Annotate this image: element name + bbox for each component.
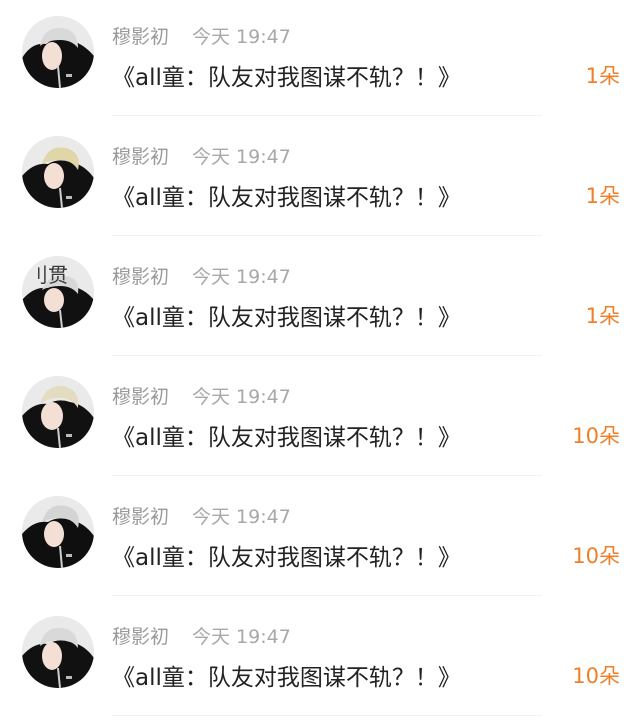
divider xyxy=(112,595,542,596)
gift-count: 1朵 xyxy=(585,304,620,328)
timestamp: 今天 19:47 xyxy=(192,626,291,648)
feed-item[interactable]: 刂贯 穆影初 今天 19:47 《all童：队友对我图谋不轨？！》 1朵 xyxy=(0,240,640,360)
divider xyxy=(112,115,542,116)
timestamp: 今天 19:47 xyxy=(192,266,291,288)
gift-count: 1朵 xyxy=(585,64,620,88)
gift-title[interactable]: 《all童：队友对我图谋不轨？！》 xyxy=(112,178,461,212)
username[interactable]: 穆影初 xyxy=(112,142,169,169)
gift-title[interactable]: 《all童：队友对我图谋不轨？！》 xyxy=(112,538,461,572)
feed-item[interactable]: 穆影初 今天 19:47 《all童：队友对我图谋不轨？！》 10朵 xyxy=(0,480,640,600)
username[interactable]: 穆影初 xyxy=(112,622,169,649)
avatar[interactable] xyxy=(22,136,94,208)
divider xyxy=(112,355,542,356)
divider xyxy=(112,475,542,476)
gift-feed-list: 穆影初 今天 19:47 《all童：队友对我图谋不轨？！》 1朵 穆影初 今天… xyxy=(0,0,640,725)
username[interactable]: 穆影初 xyxy=(112,382,169,409)
timestamp: 今天 19:47 xyxy=(192,506,291,528)
avatar[interactable] xyxy=(22,16,94,88)
timestamp: 今天 19:47 xyxy=(192,26,291,48)
feed-item[interactable]: 穆影初 今天 19:47 《all童：队友对我图谋不轨？！》 10朵 xyxy=(0,360,640,480)
gift-count: 10朵 xyxy=(572,664,620,688)
avatar-person-icon xyxy=(22,376,94,448)
gift-title[interactable]: 《all童：队友对我图谋不轨？！》 xyxy=(112,418,461,452)
divider xyxy=(112,715,542,716)
username[interactable]: 穆影初 xyxy=(112,262,169,289)
gift-title[interactable]: 《all童：队友对我图谋不轨？！》 xyxy=(112,658,461,692)
timestamp: 今天 19:47 xyxy=(192,386,291,408)
avatar[interactable] xyxy=(22,496,94,568)
avatar-person-icon: 刂贯 xyxy=(22,256,94,328)
gift-title[interactable]: 《all童：队友对我图谋不轨？！》 xyxy=(112,298,461,332)
gift-count: 10朵 xyxy=(572,544,620,568)
avatar-person-icon xyxy=(22,136,94,208)
avatar-person-icon xyxy=(22,496,94,568)
avatar[interactable] xyxy=(22,616,94,688)
feed-item[interactable]: 穆影初 今天 19:47 《all童：队友对我图谋不轨？！》 1朵 xyxy=(0,0,640,120)
avatar-person-icon xyxy=(22,16,94,88)
avatar-overlay-text: 刂贯 xyxy=(28,263,68,287)
avatar[interactable] xyxy=(22,376,94,448)
username[interactable]: 穆影初 xyxy=(112,22,169,49)
avatar-person-icon xyxy=(22,616,94,688)
username[interactable]: 穆影初 xyxy=(112,502,169,529)
avatar[interactable]: 刂贯 xyxy=(22,256,94,328)
gift-title[interactable]: 《all童：队友对我图谋不轨？！》 xyxy=(112,58,461,92)
divider xyxy=(112,235,542,236)
gift-count: 1朵 xyxy=(585,184,620,208)
feed-item[interactable]: 穆影初 今天 19:47 《all童：队友对我图谋不轨？！》 10朵 xyxy=(0,600,640,720)
gift-count: 10朵 xyxy=(572,424,620,448)
timestamp: 今天 19:47 xyxy=(192,146,291,168)
feed-item[interactable]: 穆影初 今天 19:47 《all童：队友对我图谋不轨？！》 1朵 xyxy=(0,120,640,240)
